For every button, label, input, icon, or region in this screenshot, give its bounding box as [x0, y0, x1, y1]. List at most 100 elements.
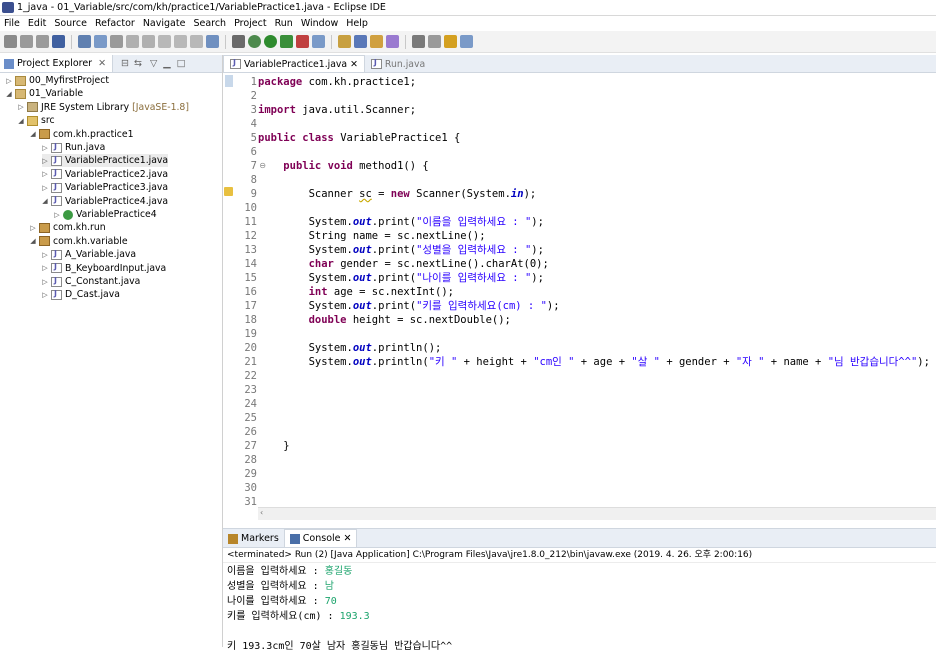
- menu-window[interactable]: Window: [297, 18, 342, 29]
- code-line: public void method1() {: [258, 159, 428, 173]
- step-into-icon[interactable]: [158, 35, 171, 48]
- run-icon[interactable]: [264, 35, 277, 48]
- save-all-icon[interactable]: [36, 35, 49, 48]
- save-icon[interactable]: [20, 35, 33, 48]
- markers-icon: [228, 533, 238, 544]
- library-icon: [27, 102, 38, 113]
- expand-arrow-icon[interactable]: ▷: [54, 211, 60, 219]
- expand-arrow-icon[interactable]: ▷: [42, 170, 48, 178]
- new-package-icon[interactable]: [338, 35, 351, 48]
- maximize-icon[interactable]: □: [177, 58, 186, 69]
- coverage-icon[interactable]: [280, 35, 293, 48]
- tree-item[interactable]: ◢ src: [18, 114, 54, 127]
- tab-console[interactable]: Console ✕: [283, 529, 358, 547]
- next-annotation-icon[interactable]: [412, 35, 425, 48]
- tree-item[interactable]: ▷ Run.java: [42, 141, 105, 154]
- disconnect-icon[interactable]: [142, 35, 155, 48]
- terminate-icon[interactable]: [126, 35, 139, 48]
- tree-item[interactable]: ◢ VariablePractice4.java: [42, 195, 168, 208]
- menu-refactor[interactable]: Refactor: [91, 18, 139, 29]
- new-class-icon[interactable]: [312, 35, 325, 48]
- warning-icon[interactable]: [224, 187, 233, 196]
- step-return-icon[interactable]: [190, 35, 203, 48]
- menu-edit[interactable]: Edit: [24, 18, 50, 29]
- close-icon[interactable]: ✕: [98, 58, 106, 69]
- tab-project-explorer[interactable]: Project Explorer ✕: [0, 55, 114, 72]
- menu-run[interactable]: Run: [271, 18, 297, 29]
- menu-help[interactable]: Help: [342, 18, 372, 29]
- close-icon[interactable]: ✕: [344, 533, 352, 544]
- code-line: import java.util.Scanner;: [258, 103, 416, 117]
- line-number: 2: [250, 90, 257, 102]
- suspend-icon[interactable]: [110, 35, 123, 48]
- code-keyword: double: [308, 314, 347, 326]
- menu-search[interactable]: Search: [189, 18, 230, 29]
- collapse-arrow-icon[interactable]: ◢: [30, 130, 36, 138]
- tree-item[interactable]: ▷ com.kh.run: [30, 221, 105, 234]
- expand-arrow-icon[interactable]: ▷: [42, 157, 48, 165]
- prev-annotation-icon[interactable]: [428, 35, 441, 48]
- editor-tab-variablepractice1[interactable]: VariablePractice1.java✕: [223, 55, 365, 72]
- expand-arrow-icon[interactable]: ▷: [42, 291, 48, 299]
- code-area[interactable]: package com.kh.practice1; import java.uti…: [258, 73, 936, 505]
- menu-project[interactable]: Project: [230, 18, 271, 29]
- new-icon[interactable]: [4, 35, 17, 48]
- tree-item[interactable]: ▷ B_KeyboardInput.java: [42, 262, 166, 275]
- close-icon[interactable]: ✕: [350, 59, 358, 70]
- code-text: );: [546, 300, 560, 312]
- run-last-tool-icon[interactable]: [232, 35, 245, 48]
- tree-item[interactable]: ◢ 01_Variable: [6, 87, 83, 100]
- resume-icon[interactable]: [94, 35, 107, 48]
- horizontal-scrollbar[interactable]: ‹: [258, 507, 936, 520]
- back-icon[interactable]: [444, 35, 457, 48]
- tree-item[interactable]: ◢ com.kh.practice1: [30, 128, 133, 141]
- expand-arrow-icon[interactable]: ▷: [42, 184, 48, 192]
- open-folder-icon[interactable]: [370, 35, 383, 48]
- open-task-icon[interactable]: [206, 35, 219, 48]
- terminal-icon[interactable]: [52, 35, 65, 48]
- java-file-icon: [51, 155, 62, 166]
- code-string: "키를 입력하세요(cm) : ": [416, 300, 547, 312]
- tree-item[interactable]: ▷ VariablePractice2.java: [42, 168, 168, 181]
- debug-icon[interactable]: [248, 35, 261, 48]
- collapse-arrow-icon[interactable]: ◢: [30, 237, 36, 245]
- tree-item[interactable]: ▷ VariablePractice3.java: [42, 181, 168, 194]
- expand-arrow-icon[interactable]: ▷: [42, 251, 48, 259]
- expand-arrow-icon[interactable]: ▷: [42, 264, 48, 272]
- menu-file[interactable]: File: [0, 18, 24, 29]
- collapse-all-icon[interactable]: ⊟: [121, 58, 129, 69]
- step-over-icon[interactable]: [174, 35, 187, 48]
- tree-item[interactable]: ▷ JRE System Library [JavaSE-1.8]: [18, 101, 189, 114]
- tree-item[interactable]: ▷ C_Constant.java: [42, 275, 140, 288]
- tree-item[interactable]: ▷ VariablePractice4: [54, 208, 156, 221]
- tree-item[interactable]: ◢ com.kh.variable: [30, 235, 127, 248]
- menu-navigate[interactable]: Navigate: [139, 18, 190, 29]
- expand-arrow-icon[interactable]: ▷: [6, 77, 12, 85]
- tree-item[interactable]: ▷ D_Cast.java: [42, 288, 120, 301]
- menu-source[interactable]: Source: [50, 18, 91, 29]
- expand-arrow-icon[interactable]: ▷: [30, 224, 36, 232]
- scroll-left-icon[interactable]: ‹: [260, 508, 263, 517]
- tree-item[interactable]: ▷ VariablePractice1.java: [42, 154, 169, 168]
- collapse-arrow-icon[interactable]: ◢: [18, 117, 24, 125]
- expand-arrow-icon[interactable]: ▷: [42, 278, 48, 286]
- search-icon[interactable]: [386, 35, 399, 48]
- link-with-editor-icon[interactable]: ⇆: [134, 58, 142, 69]
- minimize-icon[interactable]: ▁: [163, 58, 170, 69]
- external-tools-icon[interactable]: [296, 35, 309, 48]
- tab-markers[interactable]: Markers: [223, 530, 284, 547]
- editor-tab-run[interactable]: Run.java: [365, 56, 431, 72]
- toolbar-separator: [225, 34, 226, 49]
- open-type-icon[interactable]: [354, 35, 367, 48]
- collapse-arrow-icon[interactable]: ◢: [6, 90, 12, 98]
- expand-arrow-icon[interactable]: ▷: [42, 144, 48, 152]
- tree-item[interactable]: ▷ 00_MyfirstProject: [6, 74, 109, 87]
- line-number: 27: [244, 440, 257, 452]
- forward-icon[interactable]: [460, 35, 473, 48]
- skip-breakpoints-icon[interactable]: [78, 35, 91, 48]
- collapse-arrow-icon[interactable]: ◢: [42, 197, 48, 205]
- tree-item[interactable]: ▷ A_Variable.java: [42, 248, 136, 261]
- filter-icon[interactable]: ▽: [150, 58, 157, 69]
- expand-arrow-icon[interactable]: ▷: [18, 103, 24, 111]
